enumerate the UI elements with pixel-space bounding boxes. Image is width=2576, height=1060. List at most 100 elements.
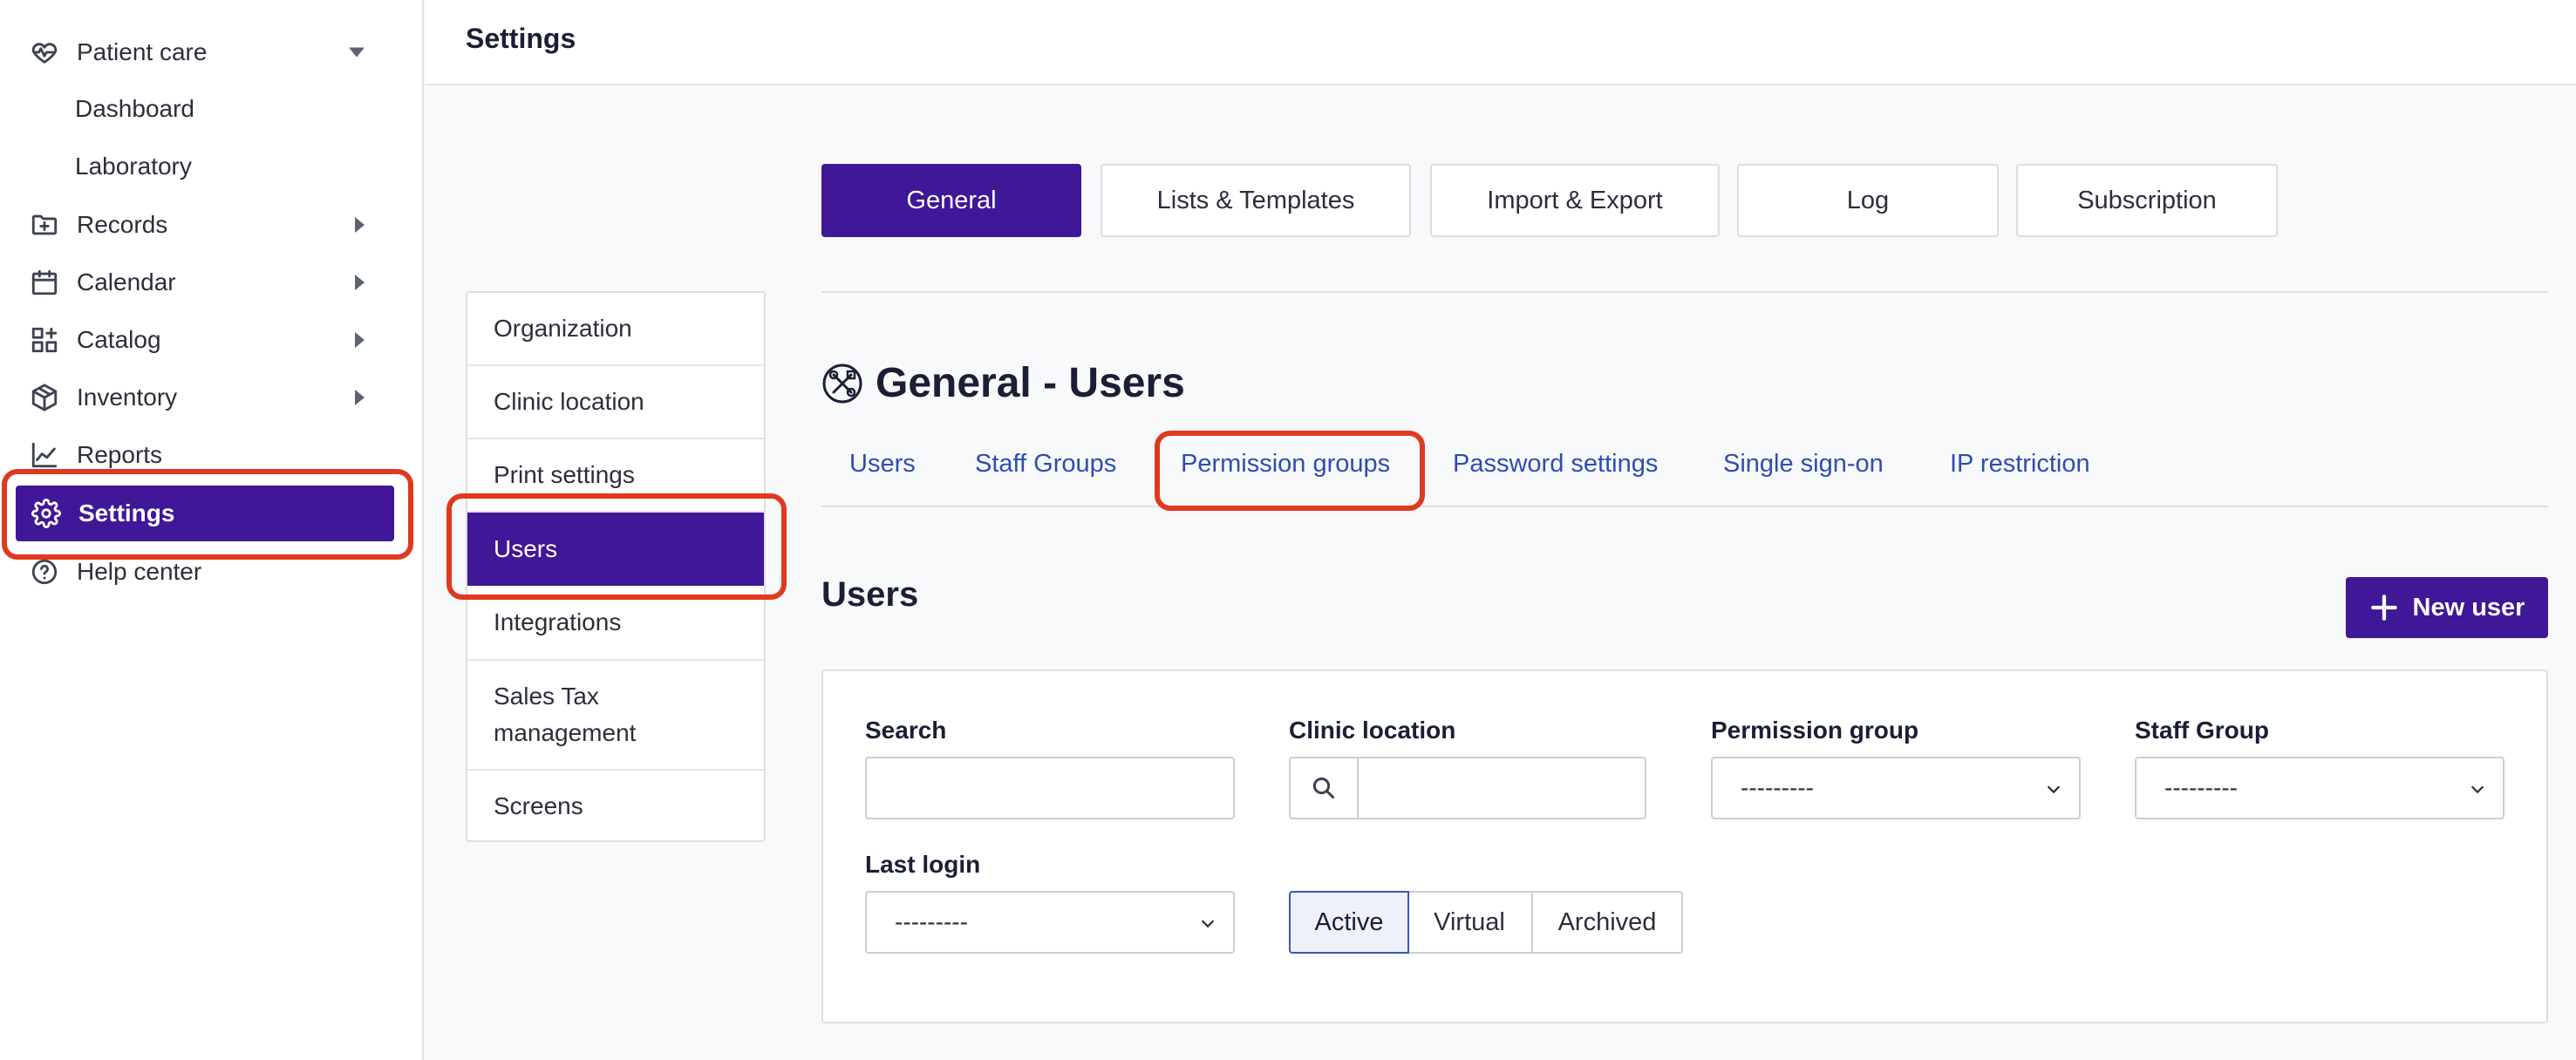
submenu-item-label: Print settings	[494, 461, 635, 488]
submenu-item-clinic-location[interactable]: Clinic location	[467, 366, 764, 439]
submenu-item-label: Users	[494, 535, 558, 562]
search-label: Search	[865, 717, 947, 744]
sidebar: Patient care Dashboard Laboratory Record…	[0, 0, 424, 1060]
grid-plus-icon	[30, 325, 59, 355]
subtab-divider	[821, 506, 2548, 507]
submenu-item-integrations[interactable]: Integrations	[467, 586, 764, 661]
help-circle-icon	[30, 557, 59, 587]
subtab-single-sign-on[interactable]: Single sign-on	[1723, 450, 1884, 479]
chevron-right-icon	[355, 332, 365, 348]
sidebar-item-records[interactable]: Records	[14, 200, 398, 249]
submenu-item-organization[interactable]: Organization	[467, 293, 764, 366]
subtab-ip-restriction[interactable]: IP restriction	[1950, 450, 2090, 479]
last-login-select[interactable]: ---------	[865, 891, 1235, 954]
chevron-down-icon	[1201, 920, 1215, 928]
status-virtual-button[interactable]: Virtual	[1407, 891, 1533, 954]
folder-plus-icon	[30, 210, 59, 240]
last-login-label: Last login	[865, 851, 981, 878]
page-header: Settings	[426, 0, 2576, 85]
submenu-item-label: Sales Tax	[494, 683, 599, 710]
main-title: General - Users	[821, 359, 1185, 407]
chevron-right-icon	[355, 390, 365, 405]
staff-group-label: Staff Group	[2135, 717, 2269, 744]
tools-icon	[821, 363, 863, 404]
sidebar-item-inventory[interactable]: Inventory	[14, 373, 398, 422]
sidebar-item-help-center[interactable]: Help center	[14, 547, 398, 596]
submenu-item-label: management	[494, 719, 637, 746]
status-label: Virtual	[1434, 907, 1505, 936]
sidebar-item-label: Patient care	[77, 38, 208, 65]
tab-subscription[interactable]: Subscription	[2016, 164, 2278, 237]
submenu-item-screens[interactable]: Screens	[467, 771, 764, 842]
box-icon	[30, 383, 59, 412]
submenu-item-label: Clinic location	[494, 388, 644, 415]
tab-general[interactable]: General	[821, 164, 1081, 237]
chevron-right-icon	[355, 275, 365, 290]
sidebar-subitem-label: Dashboard	[75, 95, 194, 122]
section-title: Users	[821, 575, 919, 614]
gear-icon	[31, 499, 61, 528]
main-title-text: General - Users	[876, 360, 1185, 406]
chevron-down-icon	[2047, 785, 2061, 794]
submenu-item-label: Screens	[494, 792, 583, 819]
subtab-password-settings[interactable]: Password settings	[1453, 450, 1658, 479]
tab-label: Subscription	[2077, 186, 2217, 214]
sidebar-item-label: Catalog	[77, 326, 161, 353]
status-label: Archived	[1557, 907, 1657, 936]
plus-icon	[2370, 595, 2397, 621]
tab-label: General	[906, 186, 997, 214]
sidebar-subitem-dashboard[interactable]: Dashboard	[75, 87, 194, 131]
search-icon	[1291, 758, 1359, 818]
tab-label: Import & Export	[1487, 186, 1663, 214]
submenu-item-sales-tax[interactable]: Sales Tax management	[467, 661, 764, 771]
status-active-button[interactable]: Active	[1289, 891, 1409, 954]
submenu-item-users[interactable]: Users	[467, 513, 764, 586]
sidebar-item-settings[interactable]: Settings	[16, 486, 394, 541]
permission-group-value: ---------	[1741, 774, 1814, 801]
new-user-label: New user	[2412, 593, 2525, 622]
submenu-item-print-settings[interactable]: Print settings	[467, 439, 764, 513]
permission-group-label: Permission group	[1711, 717, 1919, 744]
sidebar-item-label: Inventory	[77, 384, 178, 411]
submenu-item-label: Organization	[494, 315, 632, 342]
sidebar-item-label: Calendar	[77, 268, 176, 296]
subtab-permission-groups[interactable]: Permission groups	[1181, 450, 1390, 479]
clinic-location-field[interactable]	[1289, 757, 1646, 819]
new-user-button[interactable]: New user	[2346, 577, 2548, 638]
tab-log[interactable]: Log	[1737, 164, 1999, 237]
chevron-down-icon	[2470, 785, 2484, 794]
status-archived-button[interactable]: Archived	[1531, 891, 1683, 954]
settings-submenu: Organization Clinic location Print setti…	[466, 291, 766, 842]
status-label: Active	[1314, 907, 1384, 936]
tab-label: Log	[1846, 186, 1890, 214]
tab-lists-templates[interactable]: Lists & Templates	[1101, 164, 1411, 237]
sidebar-item-reports[interactable]: Reports	[14, 431, 398, 479]
sidebar-item-label: Settings	[78, 499, 175, 527]
chevron-down-icon	[349, 47, 365, 58]
sidebar-item-label: Help center	[77, 558, 202, 585]
tab-label: Lists & Templates	[1156, 186, 1355, 214]
calendar-icon	[30, 268, 59, 297]
permission-group-select[interactable]: ---------	[1711, 757, 2081, 819]
tab-import-export[interactable]: Import & Export	[1430, 164, 1720, 237]
sidebar-subitem-laboratory[interactable]: Laboratory	[75, 145, 192, 188]
staff-group-value: ---------	[2164, 774, 2238, 801]
sidebar-item-patient-care[interactable]: Patient care	[14, 28, 398, 77]
subtab-staff-groups[interactable]: Staff Groups	[975, 450, 1116, 479]
sidebar-item-calendar[interactable]: Calendar	[14, 258, 398, 307]
heart-pulse-icon	[30, 37, 59, 67]
sidebar-item-catalog[interactable]: Catalog	[14, 316, 398, 364]
sidebar-item-label: Records	[77, 211, 168, 238]
submenu-item-label: Integrations	[494, 608, 622, 635]
divider	[821, 291, 2548, 293]
clinic-location-label: Clinic location	[1289, 717, 1456, 744]
subtab-users[interactable]: Users	[849, 450, 916, 479]
sidebar-item-label: Reports	[77, 441, 163, 468]
last-login-value: ---------	[895, 908, 968, 935]
page-title: Settings	[466, 23, 576, 54]
line-chart-icon	[30, 440, 59, 470]
search-input[interactable]	[865, 757, 1235, 819]
sidebar-subitem-label: Laboratory	[75, 153, 192, 180]
staff-group-select[interactable]: ---------	[2135, 757, 2504, 819]
filter-panel	[821, 669, 2548, 1023]
